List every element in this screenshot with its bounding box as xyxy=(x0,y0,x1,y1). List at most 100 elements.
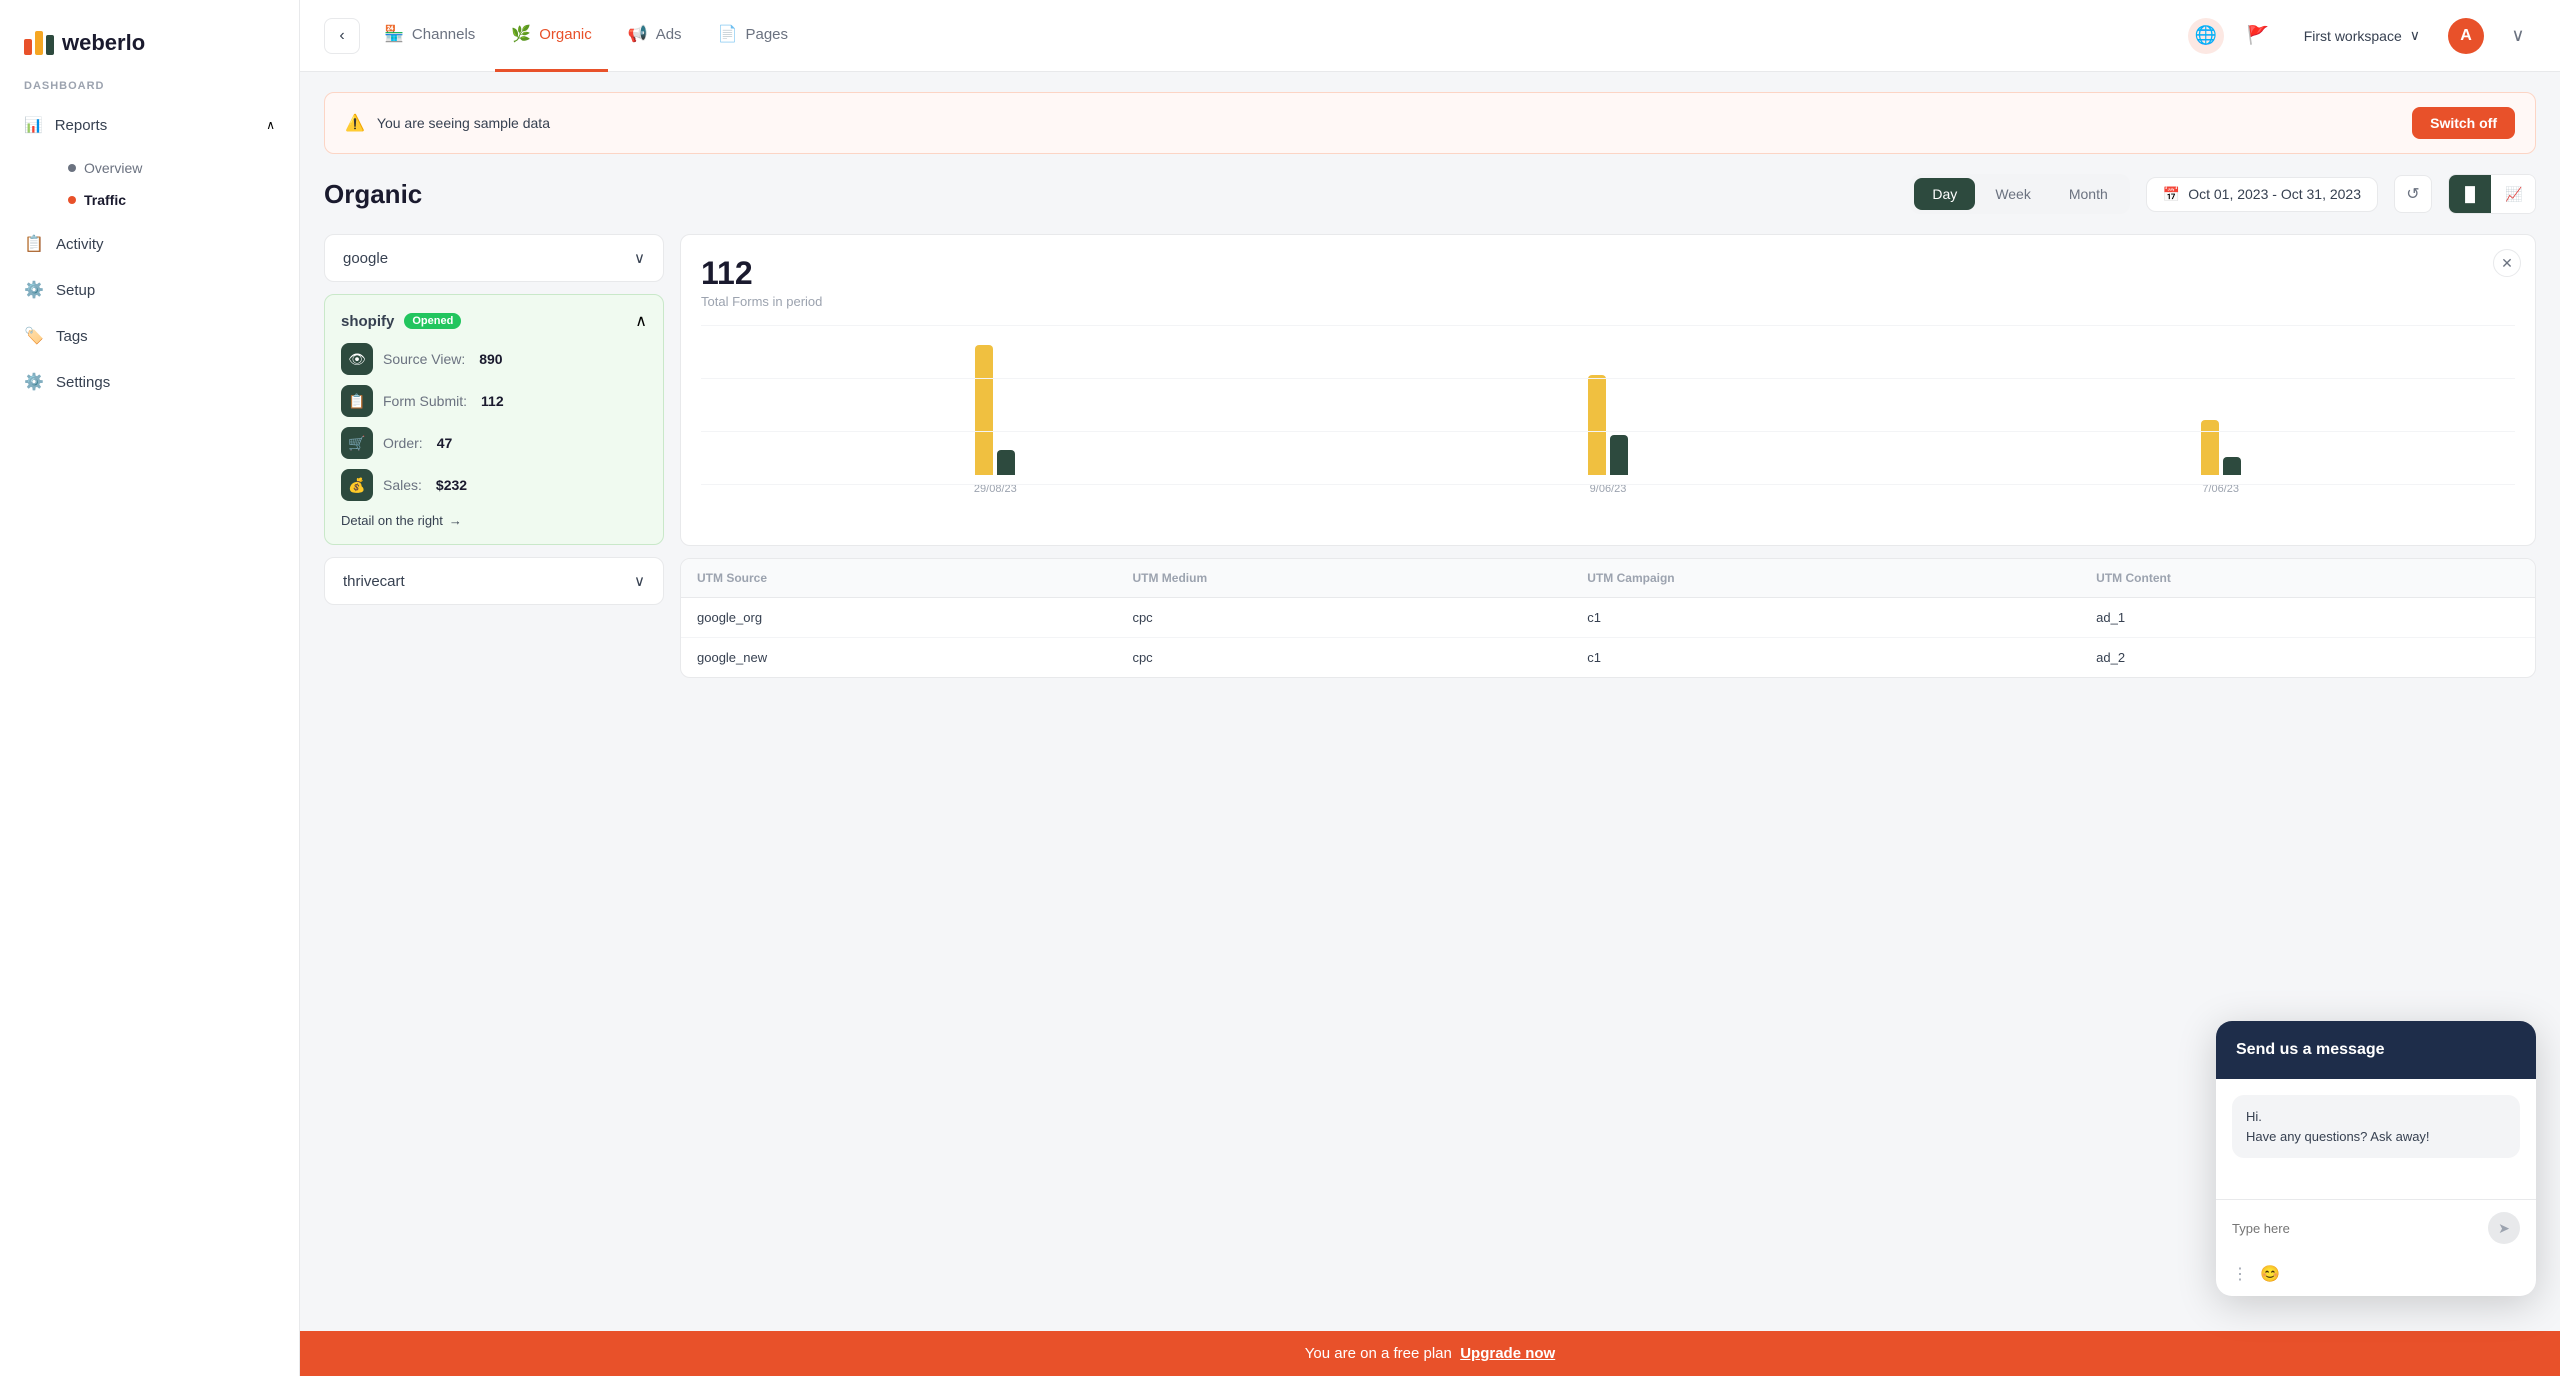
dropdown-chevron-icon: ∨ xyxy=(634,249,645,267)
bar-group-1: 29/08/23 xyxy=(701,315,1290,495)
chart-number: 112 xyxy=(701,255,2515,292)
activity-icon: 📋 xyxy=(24,234,44,254)
calendar-icon: 📅 xyxy=(2163,186,2180,203)
sidebar-item-settings[interactable]: ⚙️ Settings xyxy=(0,360,299,404)
metric-order: 🛒 Order: 47 xyxy=(341,427,647,459)
opened-badge: Opened xyxy=(404,313,461,329)
bottom-bar: You are on a free plan Upgrade now xyxy=(300,1331,2560,1376)
chart-bars: 29/08/23 9/06/23 xyxy=(701,325,2515,525)
ads-icon: 📢 xyxy=(628,24,648,44)
order-icon: 🛒 xyxy=(341,427,373,459)
source-dropdown[interactable]: google ∨ xyxy=(324,234,664,282)
chart-card: ✕ 112 Total Forms in period xyxy=(680,234,2536,546)
detail-link[interactable]: Detail on the right → xyxy=(341,513,647,528)
pages-icon: 📄 xyxy=(718,24,738,44)
tab-channels[interactable]: 🏪 Channels xyxy=(368,0,491,72)
sidebar-item-setup[interactable]: ⚙️ Setup xyxy=(0,268,299,312)
col-utm-campaign: UTM Campaign xyxy=(1571,559,2080,598)
refresh-icon: ↺ xyxy=(2406,184,2419,204)
sample-banner-text: You are seeing sample data xyxy=(377,115,2400,131)
arrow-right-icon: → xyxy=(449,513,462,528)
chat-input-row: ➤ xyxy=(2216,1199,2536,1256)
sidebar-item-activity[interactable]: 📋 Activity xyxy=(0,222,299,266)
sample-data-banner: ⚠️ You are seeing sample data Switch off xyxy=(324,92,2536,154)
emoji-icon[interactable]: 😊 xyxy=(2260,1264,2280,1284)
switch-off-button[interactable]: Switch off xyxy=(2412,107,2515,139)
avatar[interactable]: A xyxy=(2448,18,2484,54)
reports-subnav: Overview Traffic xyxy=(0,148,299,220)
warning-icon: ⚠️ xyxy=(345,113,365,133)
chart-label: Total Forms in period xyxy=(701,294,2515,309)
col-utm-medium: UTM Medium xyxy=(1116,559,1571,598)
col-utm-source: UTM Source xyxy=(681,559,1116,598)
sidebar: weberlo DASHBOARD 📊 Reports ∧ Overview T… xyxy=(0,0,300,1376)
shopify-collapse-icon[interactable]: ∧ xyxy=(635,311,647,331)
line-chart-view-button[interactable]: 📈 xyxy=(2493,175,2535,213)
page-title: Organic xyxy=(324,179,1894,210)
back-button[interactable]: ‹ xyxy=(324,18,360,54)
chat-send-button[interactable]: ➤ xyxy=(2488,1212,2520,1244)
chat-body: Hi.Have any questions? Ask away! xyxy=(2216,1079,2536,1199)
chat-input[interactable] xyxy=(2232,1221,2480,1236)
day-button[interactable]: Day xyxy=(1914,178,1975,210)
col-utm-content: UTM Content xyxy=(2080,559,2535,598)
bar-chart-icon: ▐▌ xyxy=(2460,186,2480,202)
upgrade-link[interactable]: Upgrade now xyxy=(1460,1345,1555,1362)
tab-ads[interactable]: 📢 Ads xyxy=(612,0,698,72)
sidebar-item-reports[interactable]: 📊 Reports ∧ xyxy=(0,104,299,146)
logo-text: weberlo xyxy=(62,30,145,56)
sidebar-nav: 📊 Reports ∧ Overview Traffic 📋 Activity … xyxy=(0,104,299,404)
chat-bubble: Hi.Have any questions? Ask away! xyxy=(2232,1095,2520,1158)
month-button[interactable]: Month xyxy=(2051,178,2126,210)
source-view-icon: 👁 xyxy=(341,343,373,375)
left-panel: google ∨ shopify Opened ∧ 👁 So xyxy=(324,234,664,678)
settings-icon: ⚙️ xyxy=(24,372,44,392)
table-row[interactable]: google_new cpc c1 ad_2 xyxy=(681,638,2535,678)
flag-button[interactable]: 🚩 xyxy=(2240,18,2276,54)
time-filter-group: Day Week Month xyxy=(1910,174,2129,214)
bar-group-3: 7/06/23 xyxy=(1926,315,2515,495)
chart-close-button[interactable]: ✕ xyxy=(2493,249,2521,277)
metric-source-view: 👁 Source View: 890 xyxy=(341,343,647,375)
shopify-metrics: 👁 Source View: 890 📋 Form Submit: 112 🛒 … xyxy=(341,343,647,501)
sidebar-item-tags[interactable]: 🏷️ Tags xyxy=(0,314,299,358)
bar-chart-view-button[interactable]: ▐▌ xyxy=(2449,175,2491,213)
bar-yellow-3 xyxy=(2201,420,2219,475)
right-panel: ✕ 112 Total Forms in period xyxy=(680,234,2536,678)
chat-header: Send us a message xyxy=(2216,1021,2536,1079)
table-row[interactable]: google_org cpc c1 ad_1 xyxy=(681,598,2535,638)
logo-icon xyxy=(24,31,54,55)
tab-organic[interactable]: 🌿 Organic xyxy=(495,0,607,72)
refresh-button[interactable]: ↺ xyxy=(2394,175,2432,213)
sidebar-item-traffic[interactable]: Traffic xyxy=(56,184,299,216)
organic-icon: 🌿 xyxy=(511,24,531,44)
bar-dark-2 xyxy=(1610,435,1628,475)
send-icon: ➤ xyxy=(2498,1220,2510,1237)
week-button[interactable]: Week xyxy=(1977,178,2049,210)
bar-group-2: 9/06/23 xyxy=(1314,315,1903,495)
more-options-icon[interactable]: ⋮ xyxy=(2232,1264,2248,1284)
tab-pages[interactable]: 📄 Pages xyxy=(702,0,804,72)
expand-icon[interactable]: ∨ xyxy=(2500,18,2536,54)
topnav: ‹ 🏪 Channels 🌿 Organic 📢 Ads 📄 Pages 🌐 🚩 xyxy=(300,0,2560,72)
thrivecart-row[interactable]: thrivecart ∨ xyxy=(324,557,664,605)
sidebar-item-overview[interactable]: Overview xyxy=(56,152,299,184)
shopify-header: shopify Opened ∧ xyxy=(341,311,647,331)
bar-yellow-2 xyxy=(1588,375,1606,475)
chat-footer: ⋮ 😊 xyxy=(2216,1256,2536,1296)
sales-icon: 💰 xyxy=(341,469,373,501)
workspace-selector[interactable]: First workspace ∨ xyxy=(2292,21,2432,50)
globe-button[interactable]: 🌐 xyxy=(2188,18,2224,54)
form-submit-icon: 📋 xyxy=(341,385,373,417)
date-picker[interactable]: 📅 Oct 01, 2023 - Oct 31, 2023 xyxy=(2146,177,2378,212)
logo: weberlo xyxy=(0,20,299,80)
topnav-tabs: 🏪 Channels 🌿 Organic 📢 Ads 📄 Pages xyxy=(368,0,2180,72)
view-toggle: ▐▌ 📈 xyxy=(2448,174,2536,214)
chat-widget: Send us a message Hi.Have any questions?… xyxy=(2216,1021,2536,1296)
metric-sales: 💰 Sales: $232 xyxy=(341,469,647,501)
page-header: Organic Day Week Month 📅 Oct 01, 2023 - … xyxy=(324,174,2536,214)
reports-icon: 📊 xyxy=(24,116,43,134)
metric-form-submit: 📋 Form Submit: 112 xyxy=(341,385,647,417)
bar-dark-1 xyxy=(997,450,1015,475)
data-table: UTM Source UTM Medium UTM Campaign UTM C… xyxy=(681,559,2535,677)
